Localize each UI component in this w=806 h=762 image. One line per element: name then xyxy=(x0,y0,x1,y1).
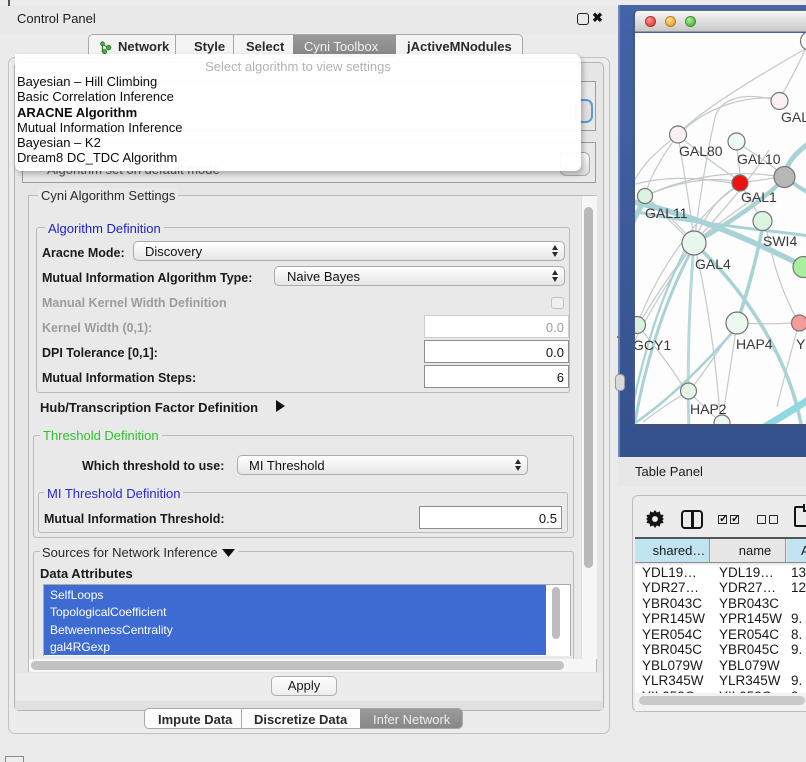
svg-text:HAP4: HAP4 xyxy=(736,336,773,352)
svg-text:GAL4: GAL4 xyxy=(695,256,731,272)
svg-text:Y: Y xyxy=(796,336,806,352)
svg-text:GAL1: GAL1 xyxy=(741,189,777,205)
svg-text:HAP2: HAP2 xyxy=(690,401,727,417)
svg-text:SWI4: SWI4 xyxy=(763,233,797,249)
svg-text:GAL7: GAL7 xyxy=(781,109,806,125)
svg-text:GAL10: GAL10 xyxy=(737,151,781,167)
svg-text:GCY1: GCY1 xyxy=(635,337,671,353)
svg-text:GAL80: GAL80 xyxy=(679,143,723,159)
svg-text:GAL11: GAL11 xyxy=(645,205,688,221)
